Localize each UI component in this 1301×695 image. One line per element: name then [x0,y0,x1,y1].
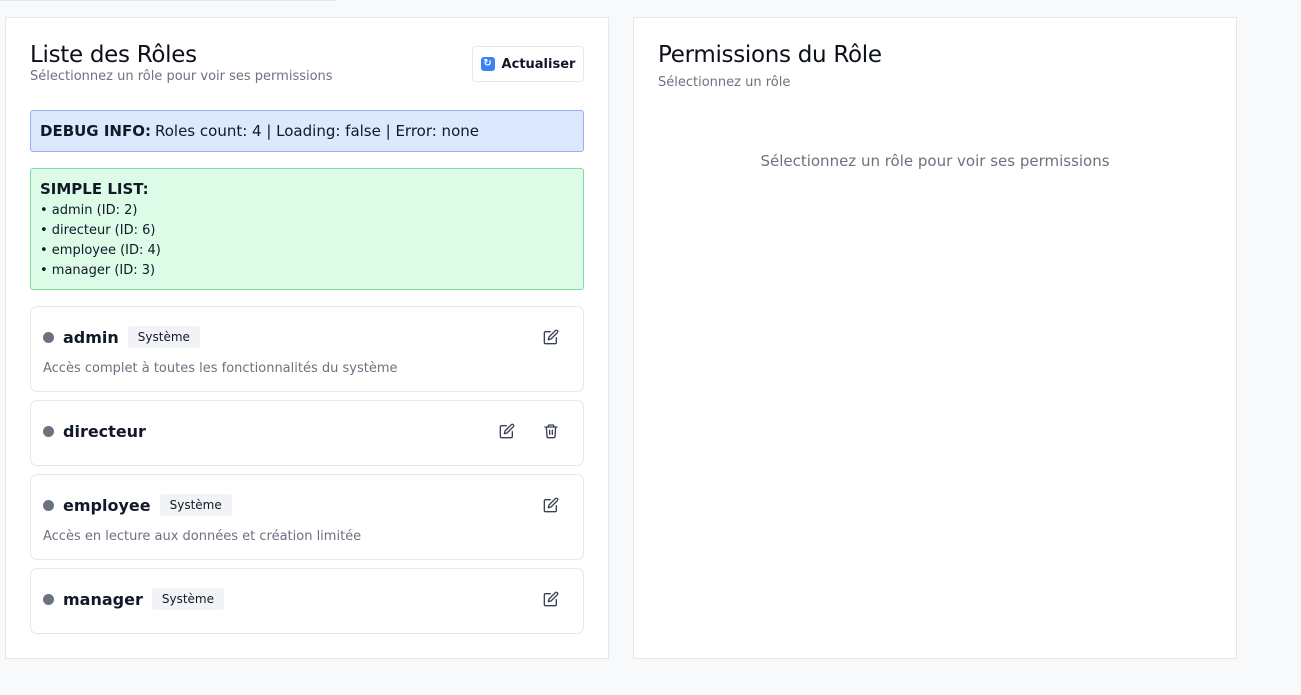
refresh-button[interactable]: ↻ Actualiser [472,46,584,82]
role-card-admin[interactable]: admin Système Accès complet à toutes les… [30,306,584,392]
role-description: Accès complet à toutes les fonctionnalit… [43,361,398,376]
simple-list-box: SIMPLE LIST: • admin (ID: 2) • directeur… [30,168,584,290]
debug-info-box: DEBUG INFO: Roles count: 4 | Loading: fa… [30,110,584,152]
role-card-manager[interactable]: manager Système [30,568,584,634]
permissions-panel-title: Permissions du Rôle [658,42,882,68]
roles-panel-subtitle: Sélectionnez un rôle pour voir ses permi… [30,69,333,84]
edit-role-button[interactable] [539,493,563,517]
role-card-header: manager Système [43,569,571,629]
roles-panel: Liste des Rôles Sélectionnez un rôle pou… [5,17,609,659]
status-dot [43,593,54,605]
role-description: Accès en lecture aux données et création… [43,529,362,544]
empty-state-message: Sélectionnez un rôle pour voir ses permi… [760,152,1110,170]
role-name: admin [63,327,119,347]
edit-icon [543,497,559,513]
refresh-icon: ↻ [480,57,495,71]
edit-icon [499,423,515,439]
edit-icon [543,329,559,345]
status-dot [43,425,54,437]
roles-panel-title: Liste des Rôles [30,42,197,68]
role-card-header: employee Système [43,475,571,535]
system-badge: Système [159,494,232,516]
status-dot [43,331,54,343]
edit-role-button[interactable] [495,419,519,443]
simple-list-item: • manager (ID: 3) [40,263,156,278]
edit-role-button[interactable] [539,325,563,349]
refresh-button-label: Actualiser [501,56,576,72]
role-name: employee [63,495,151,515]
role-card-directeur[interactable]: directeur [30,400,584,466]
system-badge: Système [127,326,200,348]
status-dot [43,499,54,511]
simple-list-item: • admin (ID: 2) [40,203,138,218]
permissions-panel-subtitle: Sélectionnez un rôle [658,75,791,90]
edit-role-button[interactable] [539,587,563,611]
simple-list-item: • employee (ID: 4) [40,243,161,258]
role-name: manager [63,589,143,609]
debug-info-text: Roles count: 4 | Loading: false | Error:… [154,122,479,140]
top-divider [0,0,335,1]
role-card-header: admin Système [43,307,571,367]
role-name: directeur [63,421,146,441]
simple-list-item: • directeur (ID: 6) [40,223,156,238]
permissions-panel: Permissions du Rôle Sélectionnez un rôle… [633,17,1237,659]
simple-list-title: SIMPLE LIST: [40,180,149,198]
role-card-employee[interactable]: employee Système Accès en lecture aux do… [30,474,584,560]
trash-icon [544,424,558,439]
delete-role-button[interactable] [539,419,563,443]
system-badge: Système [151,588,224,610]
debug-info-label: DEBUG INFO: [40,122,151,140]
role-card-header: directeur [43,401,571,461]
edit-icon [543,591,559,607]
